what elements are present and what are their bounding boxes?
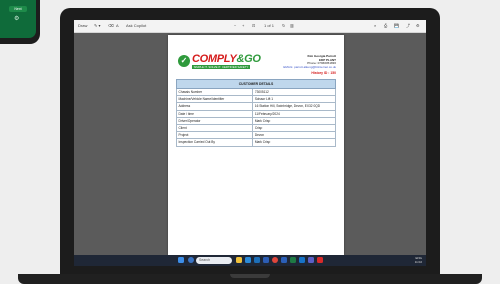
laptop-screen: Draw ✎ ▾ ⌫ A Ask Copilot − + ⊡ 1 of 1 ↻ … [74, 20, 426, 266]
pdf-page: ✓ COMPLY&GO SIMPLE IT. SOLVE IT. CERTIFI… [168, 35, 344, 255]
row-key: Machine/Vehicle Name/Identifier [175, 95, 254, 104]
pdf-viewer[interactable]: ✓ COMPLY&GO SIMPLE IT. SOLVE IT. CERTIFI… [74, 33, 426, 255]
row-key: Address [175, 102, 254, 111]
checkmark-icon: ✓ [178, 55, 190, 67]
acrobat-icon[interactable] [317, 257, 323, 263]
row-value: Mark Crisp [252, 138, 336, 147]
table-row: Driver/Operator Mark Crisp [175, 116, 336, 125]
clock[interactable]: 11:02 [415, 260, 422, 265]
company-tagline: SIMPLE IT. SOLVE IT. CERTIFIED SAFETY [192, 65, 250, 69]
row-value: Scissor Lift 1 [252, 95, 336, 104]
row-key: Project [175, 131, 254, 140]
laptop-notch [230, 274, 270, 278]
table-row: Machine/Vehicle Name/Identifier Scissor L… [175, 95, 336, 104]
phone-device: Next ⚙ [0, 0, 40, 44]
row-value: 16 Station Hill, Swinbridge, Devon, EX32… [252, 102, 336, 111]
search-icon[interactable] [188, 257, 194, 263]
text-icon[interactable]: A [116, 23, 119, 28]
row-value: 11/February/2024 [252, 109, 336, 118]
gear-icon[interactable]: ⚙ [14, 16, 19, 22]
next-button[interactable]: Next [9, 6, 27, 12]
start-icon[interactable] [178, 257, 184, 263]
settings-icon[interactable]: ⚙ [416, 23, 420, 28]
highlight-icon[interactable]: ✎ ▾ [94, 23, 100, 28]
mail-icon[interactable] [263, 257, 269, 263]
teams-icon[interactable] [308, 257, 314, 263]
explorer-icon[interactable] [236, 257, 242, 263]
share-icon[interactable]: ⤴ [406, 23, 410, 28]
page-view-icon[interactable]: ▥ [290, 23, 294, 28]
system-tray[interactable]: ENG 11:02 [415, 256, 422, 265]
row-value: Crisp [252, 123, 336, 133]
customer-details-table: CUSTOMER DETAILS Chassis Number 73005112 … [175, 79, 336, 147]
save-icon[interactable]: 💾 [394, 23, 399, 28]
row-value: 73005112 [252, 87, 336, 97]
zoom-out-icon[interactable]: − [234, 23, 236, 28]
draw-button[interactable]: Draw [78, 23, 87, 28]
pdf-toolbar: Draw ✎ ▾ ⌫ A Ask Copilot − + ⊡ 1 of 1 ↻ … [74, 20, 426, 33]
erase-icon[interactable]: ⌫ [108, 23, 114, 28]
phone-screen: Next ⚙ [0, 0, 36, 38]
store-icon[interactable] [254, 257, 260, 263]
table-heading: CUSTOMER DETAILS [176, 79, 336, 89]
taskbar-search-input[interactable]: Search [196, 257, 232, 264]
row-key: Chassis Number [175, 87, 254, 97]
table-row: Date / time 11/February/2024 [175, 109, 336, 118]
row-key: Date / time [175, 109, 254, 118]
company-logo: ✓ COMPLY&GO SIMPLE IT. SOLVE IT. CERTIFI… [178, 53, 261, 71]
ask-copilot-button[interactable]: Ask Copilot [126, 23, 146, 28]
table-row: Project Devon [175, 131, 336, 140]
fit-page-icon[interactable]: ⊡ [252, 23, 255, 28]
search-icon[interactable]: ⌕ [374, 23, 376, 28]
page-indicator[interactable]: 1 of 1 [264, 23, 274, 28]
contact-block: Kim Georgia Parrott EDP PLANT Phone: 079… [283, 54, 336, 70]
zoom-in-icon[interactable]: + [242, 23, 244, 28]
chrome-icon[interactable] [272, 257, 278, 263]
table-row: Address 16 Station Hill, Swinbridge, Devo… [175, 102, 336, 111]
row-value: Mark Crisp [252, 116, 336, 125]
taskbar: Search ENG 11:02 [74, 255, 426, 266]
row-value: Devon [252, 131, 336, 140]
table-row: Chassis Number 73005112 [175, 87, 336, 97]
word-icon[interactable] [281, 257, 287, 263]
row-key: Inspection Carried Out By [175, 138, 254, 147]
table-row: Client Crisp [175, 123, 336, 133]
company-name: COMPLY&GO [192, 53, 261, 65]
outlook-icon[interactable] [299, 257, 305, 263]
history-id: History ID : 150 [311, 71, 336, 75]
rotate-icon[interactable]: ↻ [282, 23, 285, 28]
table-row: Inspection Carried Out By Mark Crisp [175, 138, 336, 147]
contact-email[interactable]: EMAIL: parrott.alkeng@btinternet.co.uk [283, 65, 336, 70]
print-icon[interactable]: ⎙ [384, 23, 387, 28]
edge-icon[interactable] [245, 257, 251, 263]
excel-icon[interactable] [290, 257, 296, 263]
row-key: Client [175, 123, 254, 133]
row-key: Driver/Operator [175, 116, 254, 125]
